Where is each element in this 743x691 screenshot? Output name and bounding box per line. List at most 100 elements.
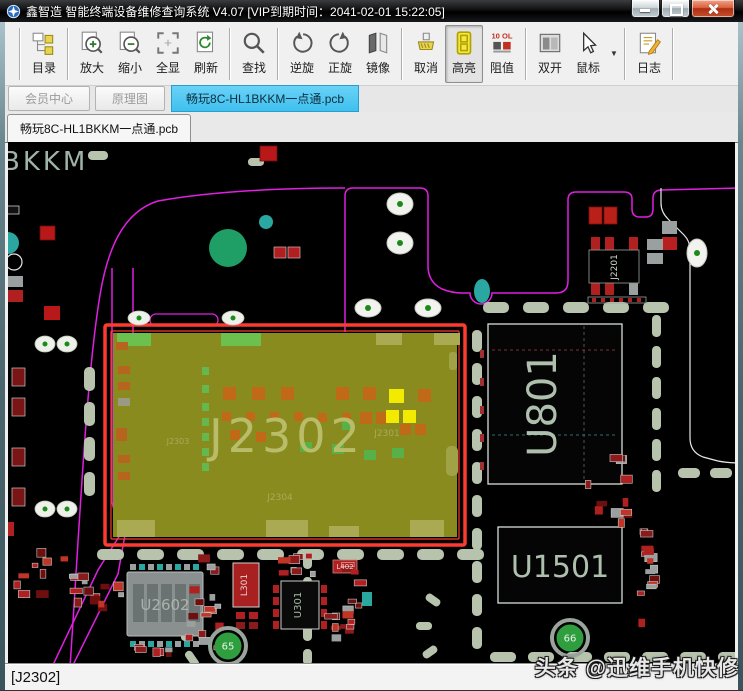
pcb-canvas[interactable]: 6566BKKMJ2302J2303J2301J2304U801U1501U26… bbox=[8, 142, 735, 665]
pcb-small-part bbox=[195, 599, 204, 606]
pcb-label-U801: U801 bbox=[520, 351, 566, 457]
mouse-dropdown-arrow[interactable]: ▼ bbox=[608, 25, 620, 83]
pcb-component bbox=[480, 406, 484, 414]
pcb-component bbox=[202, 367, 209, 375]
toolbar-button-zoom-in[interactable]: 放大 bbox=[73, 25, 111, 83]
pcb-component bbox=[249, 622, 258, 629]
pcb-component bbox=[12, 398, 25, 416]
toolbar-button-resistance[interactable]: 10 OL阻值 bbox=[483, 25, 521, 83]
pcb-via bbox=[474, 279, 490, 303]
toolbar-button-refresh[interactable]: 刷新 bbox=[187, 25, 225, 83]
toolbar-button-label: 正旋 bbox=[328, 59, 352, 76]
tab-pcb-file-label: 畅玩8C-HL1BKKM一点通.pcb bbox=[186, 90, 344, 107]
toolbar-button-highlight[interactable]: 高亮 bbox=[445, 25, 483, 83]
pcb-small-part bbox=[645, 569, 655, 574]
toolbar-button-mouse[interactable]: 鼠标 bbox=[569, 25, 607, 83]
window-controls bbox=[630, 0, 735, 18]
document-tab[interactable]: 畅玩8C-HL1BKKM一点通.pcb bbox=[7, 114, 191, 142]
pcb-component bbox=[117, 520, 155, 537]
toolbar-button-fit[interactable]: 全显 bbox=[149, 25, 187, 83]
pcb-small-part bbox=[279, 570, 289, 575]
pcb-pad bbox=[642, 652, 668, 662]
toolbar-button-log[interactable]: 日志 bbox=[630, 25, 668, 83]
toolbar-button-mirror[interactable]: 镜像 bbox=[359, 25, 397, 83]
pcb-component bbox=[480, 378, 484, 386]
pcb-small-part bbox=[278, 557, 291, 563]
pcb-label-J2304: J2304 bbox=[266, 493, 293, 503]
pcb-component bbox=[281, 387, 294, 400]
pcb-small-part bbox=[37, 548, 46, 557]
pcb-small-part bbox=[640, 531, 652, 538]
zoom-in-icon bbox=[79, 30, 105, 56]
pcb-component bbox=[376, 333, 402, 345]
pcb-label-U1501: U1501 bbox=[511, 550, 609, 585]
toolbar-button-label: 全显 bbox=[156, 59, 180, 76]
pcb-via bbox=[397, 240, 403, 246]
toolbar-button-rotate-ccw[interactable]: 逆旋 bbox=[283, 25, 321, 83]
pcb-component bbox=[418, 389, 431, 402]
pcb-pad bbox=[710, 468, 732, 478]
toolbar-button-zoom-out[interactable]: 缩小 bbox=[111, 25, 149, 83]
pcb-small-part bbox=[346, 624, 354, 629]
tab-pcb-file[interactable]: 畅玩8C-HL1BKKM一点通.pcb bbox=[171, 85, 359, 112]
pcb-component bbox=[202, 448, 209, 456]
pcb-label-J2201: J2201 bbox=[610, 254, 620, 281]
pcb-pad bbox=[472, 594, 482, 616]
pcb-component bbox=[236, 622, 245, 629]
pcb-pad bbox=[472, 627, 482, 649]
pcb-component bbox=[118, 366, 130, 374]
pcb-small-part bbox=[40, 569, 46, 578]
pcb-component bbox=[12, 368, 25, 386]
pcb-component bbox=[249, 612, 258, 619]
pcb-label-J2302: J2302 bbox=[206, 409, 365, 463]
rotate-ccw-icon bbox=[289, 30, 315, 56]
pcb-small-part bbox=[198, 631, 205, 638]
pcb-pad bbox=[337, 549, 364, 560]
pcb-pad bbox=[652, 439, 661, 461]
pcb-small-part bbox=[647, 584, 657, 589]
pcb-component bbox=[321, 585, 327, 593]
pcb-via bbox=[397, 201, 403, 207]
toolbar-separator bbox=[672, 28, 674, 80]
pcb-label-L301: L301 bbox=[240, 574, 250, 596]
pcb-small-part bbox=[70, 588, 82, 594]
pcb-pad bbox=[603, 302, 629, 313]
minimize-button[interactable] bbox=[631, 0, 660, 18]
maximize-button[interactable] bbox=[661, 0, 690, 18]
tab-schematic[interactable]: 原理图 bbox=[95, 86, 165, 111]
toolbar: 目录放大缩小全显刷新查找逆旋正旋镜像取消高亮10 OL阻值双开鼠标▼ 日志 bbox=[5, 22, 738, 86]
pcb-component bbox=[329, 526, 359, 537]
pcb-small-part bbox=[188, 613, 198, 619]
toolbar-button-dual-view[interactable]: 双开 bbox=[531, 25, 569, 83]
pcb-component bbox=[662, 221, 677, 234]
pcb-pad bbox=[652, 346, 661, 368]
toolbar-button-rotate-cw[interactable]: 正旋 bbox=[321, 25, 359, 83]
pcb-small-part bbox=[310, 571, 315, 577]
toolbar-button-cancel[interactable]: 取消 bbox=[407, 25, 445, 83]
pcb-via bbox=[259, 215, 273, 229]
catalog-icon bbox=[31, 30, 57, 56]
toolbar-separator bbox=[624, 28, 626, 80]
toolbar-button-catalog[interactable]: 目录 bbox=[25, 25, 63, 83]
pcb-component bbox=[392, 448, 404, 458]
pcb-component bbox=[175, 564, 181, 570]
toolbar-button-label: 日志 bbox=[637, 59, 661, 76]
pcb-component bbox=[647, 253, 663, 264]
toolbar-button-label: 刷新 bbox=[194, 59, 218, 76]
pcb-small-part bbox=[348, 599, 356, 603]
pcb-component bbox=[274, 247, 286, 258]
toolbar-button-label: 双开 bbox=[538, 59, 562, 76]
toolbar-button-search[interactable]: 查找 bbox=[235, 25, 273, 83]
close-button[interactable] bbox=[691, 0, 735, 18]
pcb-small-part bbox=[215, 604, 221, 608]
pcb-component bbox=[288, 247, 300, 258]
pcb-small-part bbox=[201, 613, 211, 617]
tab-member-center[interactable]: 会员中心 bbox=[8, 86, 90, 111]
pcb-component bbox=[592, 298, 596, 302]
pcb-component bbox=[236, 612, 245, 619]
pcb-small-part bbox=[100, 584, 109, 590]
resistance-icon: 10 OL bbox=[489, 30, 515, 56]
pcb-component bbox=[589, 207, 602, 224]
pcb-component bbox=[266, 520, 308, 537]
pcb-pad bbox=[652, 377, 661, 399]
